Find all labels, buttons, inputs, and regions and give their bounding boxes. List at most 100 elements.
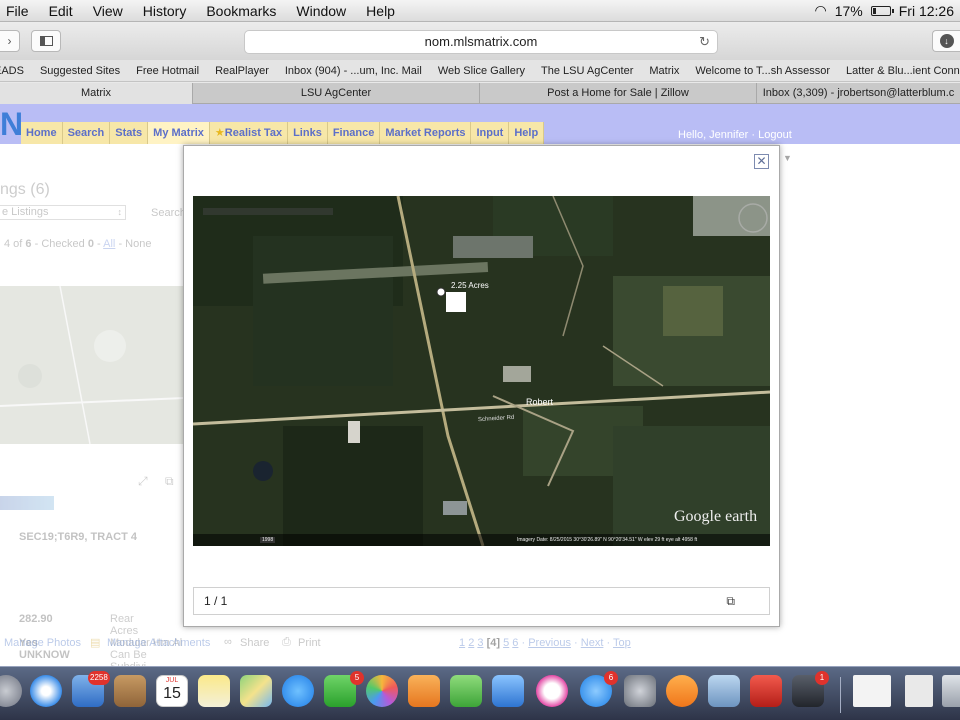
numbers-icon[interactable] [450,675,482,707]
bookmark-item[interactable]: EADS [0,65,32,77]
map-label-acres: 2.25 Acres [451,281,489,290]
manage-photos-link[interactable]: Manage Photos [4,637,81,649]
mail-badge: 2258 [88,671,110,685]
nav-links[interactable]: Links [288,122,328,144]
safari-icon[interactable] [30,675,62,707]
menu-file[interactable]: File [0,0,39,22]
launchpad-icon[interactable] [0,675,22,707]
previous-link[interactable]: Previous [528,637,571,649]
system-preferences-icon[interactable] [624,675,656,707]
messages-icon[interactable] [282,675,314,707]
page-link[interactable]: 3 [477,637,483,649]
page-link[interactable]: 6 [512,637,518,649]
chevron-right-icon: › [7,34,12,48]
menu-window[interactable]: Window [286,0,356,22]
bookmark-item[interactable]: RealPlayer [207,65,277,77]
ibooks-icon[interactable] [666,675,698,707]
print-link[interactable]: Print [298,637,321,649]
nav-market-reports[interactable]: Market Reports [380,122,472,144]
bookmark-item[interactable]: Inbox (904) - ...um, Inc. Mail [277,65,430,77]
next-link[interactable]: Next [581,637,604,649]
page-link[interactable]: 2 [468,637,474,649]
star-icon: ★ [214,127,225,139]
tab-matrix[interactable]: Matrix [0,83,193,104]
calendar-day: 15 [163,685,181,702]
reload-icon[interactable]: ↻ [699,31,710,53]
downloads-stack-icon[interactable] [905,675,933,707]
tab-bar: Matrix LSU AgCenter Post a Home for Sale… [0,83,960,104]
bookmark-item[interactable]: Suggested Sites [32,65,128,77]
bookmark-item[interactable]: The LSU AgCenter [533,65,641,77]
menu-history[interactable]: History [133,0,197,22]
page-link[interactable]: 1 [459,637,465,649]
nav-help[interactable]: Help [509,122,545,144]
page-link[interactable]: 5 [503,637,509,649]
tab-zillow[interactable]: Post a Home for Sale | Zillow [480,83,757,104]
pages-icon[interactable] [408,675,440,707]
trash-icon[interactable] [942,675,960,707]
print-icon: ⎙ [282,636,291,648]
share-icon: ∞ [224,636,232,648]
clock[interactable]: Fri 12:26 [899,3,954,19]
menu-edit[interactable]: Edit [39,0,83,22]
battery-percent: 17% [834,2,863,19]
calendar-month: JUL [165,677,179,684]
app-store-badge: 6 [604,671,618,685]
forward-button[interactable]: › [0,30,20,52]
top-link[interactable]: Top [613,637,631,649]
sketchup-icon[interactable] [750,675,782,707]
year-badge: 1998 [260,537,276,543]
menu-bookmarks[interactable]: Bookmarks [196,0,286,22]
expand-icon[interactable]: ⧉ [726,588,735,615]
aerial-map-image[interactable]: 2.25 Acres Robert Schneider Rd Google ea… [193,196,770,546]
maps-icon[interactable] [240,675,272,707]
map-label-town: Robert [526,397,554,407]
bookmark-item[interactable]: Welcome to T...sh Assessor [687,65,838,77]
menu-help[interactable]: Help [356,0,405,22]
document-thumbnail-icon[interactable] [853,675,891,707]
bookmarks-bar: EADS Suggested Sites Free Hotmail RealPl… [0,60,960,82]
photo-viewer-modal: ✕ 2.25 Acres Robert Schneider Rd Google … [183,145,780,627]
bookmark-item[interactable]: Free Hotmail [128,65,207,77]
nav-search[interactable]: Search [62,122,111,144]
nav-home[interactable]: Home [21,122,63,144]
facetime-badge: 5 [350,671,364,685]
contacts-icon[interactable] [114,675,146,707]
menu-bar: File Edit View History Bookmarks Window … [0,0,960,22]
user-greeting: Hello, Jennifer · Logout [678,129,792,141]
close-button[interactable]: ✕ [754,154,769,169]
menu-view[interactable]: View [83,0,133,22]
tab-inbox[interactable]: Inbox (3,309) - jrobertson@latterblum.c [757,83,960,104]
listing-actions-bar: Manage Photos ▤ Manage Attachments ∞ Sha… [0,628,960,656]
site-header: N Home Search Stats My Matrix ★Realist T… [0,104,960,163]
manage-attachments-link[interactable]: Manage Attachments [107,637,210,649]
nav-stats[interactable]: Stats [110,122,149,144]
sidebar-toggle-button[interactable] [31,30,61,52]
logout-link[interactable]: Logout [758,129,792,141]
bookmark-item[interactable]: Matrix [641,65,687,77]
download-icon: ↓ [939,34,954,48]
bookmark-item[interactable]: Web Slice Gallery [430,65,533,77]
close-icon: ✕ [756,154,767,168]
battery-icon[interactable] [870,5,894,16]
nav-realist-tax-label: Realist Tax [224,127,283,139]
folder-icon: ▤ [90,637,101,649]
calendar-icon[interactable]: JUL 15 [156,675,188,707]
nav-my-matrix[interactable]: My Matrix [148,122,210,144]
pagination: 1 2 3 [4] 5 6 · Previous · Next · Top [459,637,631,649]
address-bar[interactable]: nom.mlsmatrix.com ↻ [244,30,718,54]
keynote-icon[interactable] [492,675,524,707]
notes-icon[interactable] [198,675,230,707]
dock: 2258 JUL 15 5 6 1 [0,666,960,720]
wifi-icon[interactable]: ◠ [815,2,827,19]
bookmark-item[interactable]: Latter & Blu...ient Connect [838,65,960,77]
preview-icon[interactable] [708,675,740,707]
downloads-button[interactable]: ↓ [932,30,960,52]
nav-finance[interactable]: Finance [327,122,381,144]
share-link[interactable]: Share [240,637,269,649]
nav-input[interactable]: Input [471,122,510,144]
tab-lsu-agcenter[interactable]: LSU AgCenter [193,83,480,104]
nav-realist-tax[interactable]: ★Realist Tax [209,122,289,144]
itunes-icon[interactable] [536,675,568,707]
photos-icon[interactable] [366,675,398,707]
